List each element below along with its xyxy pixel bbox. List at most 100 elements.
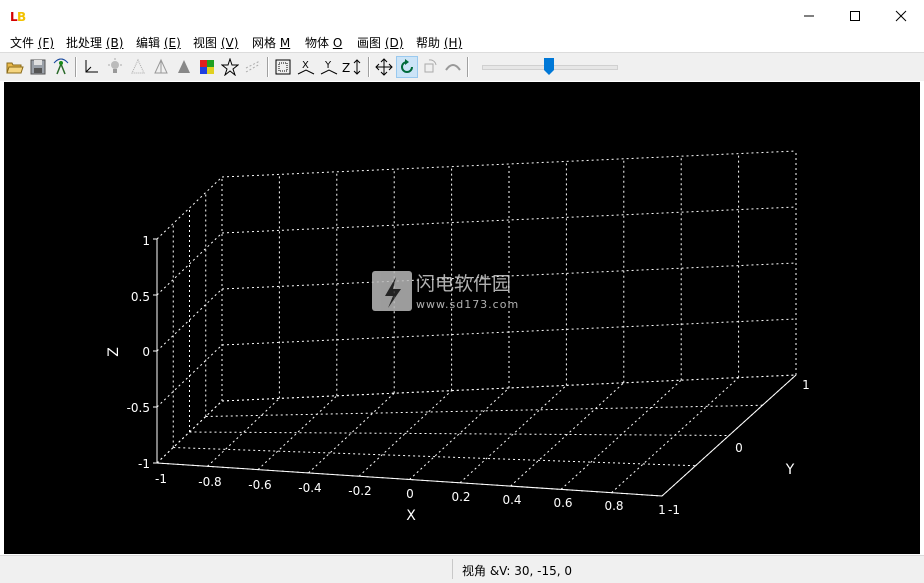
watermark-title: 闪电软件园 bbox=[416, 273, 511, 295]
menu-mesh[interactable]: 网格 M bbox=[252, 34, 290, 51]
axes-x-button[interactable]: X bbox=[295, 56, 317, 78]
open-button[interactable] bbox=[4, 56, 26, 78]
star-button[interactable] bbox=[219, 56, 241, 78]
minimize-icon bbox=[804, 15, 814, 16]
menu-edit-key: (E) bbox=[163, 36, 181, 50]
floor-grid-line bbox=[409, 387, 510, 480]
arc-button[interactable] bbox=[442, 56, 464, 78]
floor-grid-line bbox=[510, 382, 625, 487]
light-icon bbox=[108, 58, 122, 73]
open-folder-icon bbox=[6, 62, 24, 74]
minimize-button[interactable] bbox=[786, 0, 832, 31]
app-icon[interactable]: L B bbox=[9, 7, 27, 25]
save-button[interactable] bbox=[27, 56, 49, 78]
solid-cone-icon bbox=[178, 60, 190, 73]
solid-cone-button[interactable] bbox=[173, 56, 195, 78]
star-icon bbox=[221, 58, 239, 76]
shaded-cone-button[interactable] bbox=[150, 56, 172, 78]
menu-bar: 文件 (F) 批处理 (B) 编辑 (E) 视图 (V) 网格 M 物体 O 画… bbox=[0, 31, 924, 52]
x-tick-label: -0.6 bbox=[248, 478, 271, 492]
axes-icon bbox=[85, 60, 98, 73]
maximize-icon bbox=[850, 10, 860, 21]
menu-object[interactable]: 物体 O bbox=[305, 34, 342, 51]
color-cube-icon bbox=[200, 60, 214, 74]
floor-grid-line bbox=[173, 447, 696, 467]
close-button[interactable] bbox=[878, 0, 924, 31]
rotate-object-button[interactable] bbox=[419, 56, 441, 78]
status-divider bbox=[452, 559, 453, 579]
z-tick-label: 0.5 bbox=[131, 290, 150, 304]
scatter-button[interactable] bbox=[242, 56, 264, 78]
menu-draw-label: 画图 bbox=[357, 36, 382, 50]
status-bar: 视角 &V: 30, -15, 0 bbox=[0, 555, 924, 583]
axes-x-icon: X bbox=[297, 60, 315, 75]
menu-view-key: (V) bbox=[220, 36, 239, 50]
menu-help-key: (H) bbox=[443, 36, 463, 50]
menu-view[interactable]: 视图 (V) bbox=[193, 34, 238, 51]
arc-icon bbox=[445, 64, 461, 71]
menu-mesh-label: 网格 bbox=[252, 36, 277, 50]
save-icon bbox=[30, 59, 46, 75]
scatter-icon bbox=[245, 60, 261, 73]
zaxis-scale-icon: Z bbox=[342, 59, 361, 75]
z-axis-label: Z bbox=[106, 347, 122, 357]
title-bar: L B bbox=[0, 0, 924, 31]
svg-text:Y: Y bbox=[324, 60, 332, 71]
move-icon bbox=[375, 58, 393, 76]
x-tick-label: 1 bbox=[658, 503, 666, 517]
toolbar-separator bbox=[368, 57, 370, 77]
move-button[interactable] bbox=[373, 56, 395, 78]
menu-batch-key: (B) bbox=[105, 36, 124, 50]
menu-batch[interactable]: 批处理 (B) bbox=[66, 34, 123, 51]
watermark-url: www.sd173.com bbox=[416, 298, 519, 311]
floor-grid-line bbox=[189, 431, 730, 436]
x-tick-label: -0.2 bbox=[348, 484, 371, 498]
color-cube-button[interactable] bbox=[196, 56, 218, 78]
antenna-button[interactable] bbox=[50, 56, 72, 78]
x-tick-label: -0.4 bbox=[298, 481, 321, 495]
menu-draw[interactable]: 画图 (D) bbox=[357, 34, 403, 51]
y-tick-label: 0 bbox=[735, 441, 743, 455]
axes-button[interactable] bbox=[80, 56, 102, 78]
x-tick-label: -0.8 bbox=[198, 475, 221, 489]
x-axis-label: X bbox=[406, 508, 416, 524]
menu-view-label: 视图 bbox=[193, 36, 218, 50]
maximize-button[interactable] bbox=[832, 0, 878, 31]
z-tick-label: -0.5 bbox=[127, 401, 150, 415]
y-axis-label: Y bbox=[785, 462, 795, 478]
shaded-cone-icon bbox=[154, 58, 168, 74]
close-icon bbox=[895, 10, 907, 21]
back-wall-grid-line bbox=[221, 206, 797, 234]
svg-text:X: X bbox=[302, 60, 309, 71]
zaxis-scale-button[interactable]: Z bbox=[341, 56, 363, 78]
menu-help[interactable]: 帮助 (H) bbox=[416, 34, 462, 51]
toolbar: X Y Z bbox=[0, 52, 924, 81]
bounding-box-icon bbox=[275, 59, 291, 75]
bounding-box-button[interactable] bbox=[272, 56, 294, 78]
plot-canvas[interactable]: -1 -0.8 -0.6 -0.4 -0.2 0 0.2 0.4 0.6 0.8… bbox=[4, 82, 920, 554]
menu-edit[interactable]: 编辑 (E) bbox=[136, 34, 181, 51]
wire-cone-button[interactable] bbox=[127, 56, 149, 78]
menu-object-key: O bbox=[332, 36, 343, 50]
x-tick-label: 0.2 bbox=[451, 490, 470, 504]
menu-edit-label: 编辑 bbox=[136, 36, 161, 50]
menu-file-label: 文件 bbox=[10, 36, 35, 50]
antenna-icon bbox=[53, 58, 69, 75]
x-tick-label: 0 bbox=[406, 487, 414, 501]
z-tick-label: -1 bbox=[138, 457, 150, 471]
axes-y-icon: Y bbox=[320, 60, 338, 75]
y-tick-label: -1 bbox=[668, 503, 680, 517]
svg-text:B: B bbox=[17, 10, 26, 24]
floor-grid-line bbox=[207, 398, 280, 467]
x-tick-label: 0.8 bbox=[604, 499, 623, 513]
x-tick-label: 0.4 bbox=[502, 493, 521, 507]
axes-y-button[interactable]: Y bbox=[318, 56, 340, 78]
menu-file[interactable]: 文件 (F) bbox=[10, 34, 54, 51]
wire-cone-icon bbox=[131, 58, 145, 74]
menu-file-key: (F) bbox=[37, 36, 55, 50]
rotate-button[interactable] bbox=[396, 56, 418, 78]
zoom-slider-thumb[interactable] bbox=[543, 57, 555, 76]
z-tick-label: 1 bbox=[142, 234, 150, 248]
light-button[interactable] bbox=[104, 56, 126, 78]
toolbar-separator bbox=[267, 57, 269, 77]
